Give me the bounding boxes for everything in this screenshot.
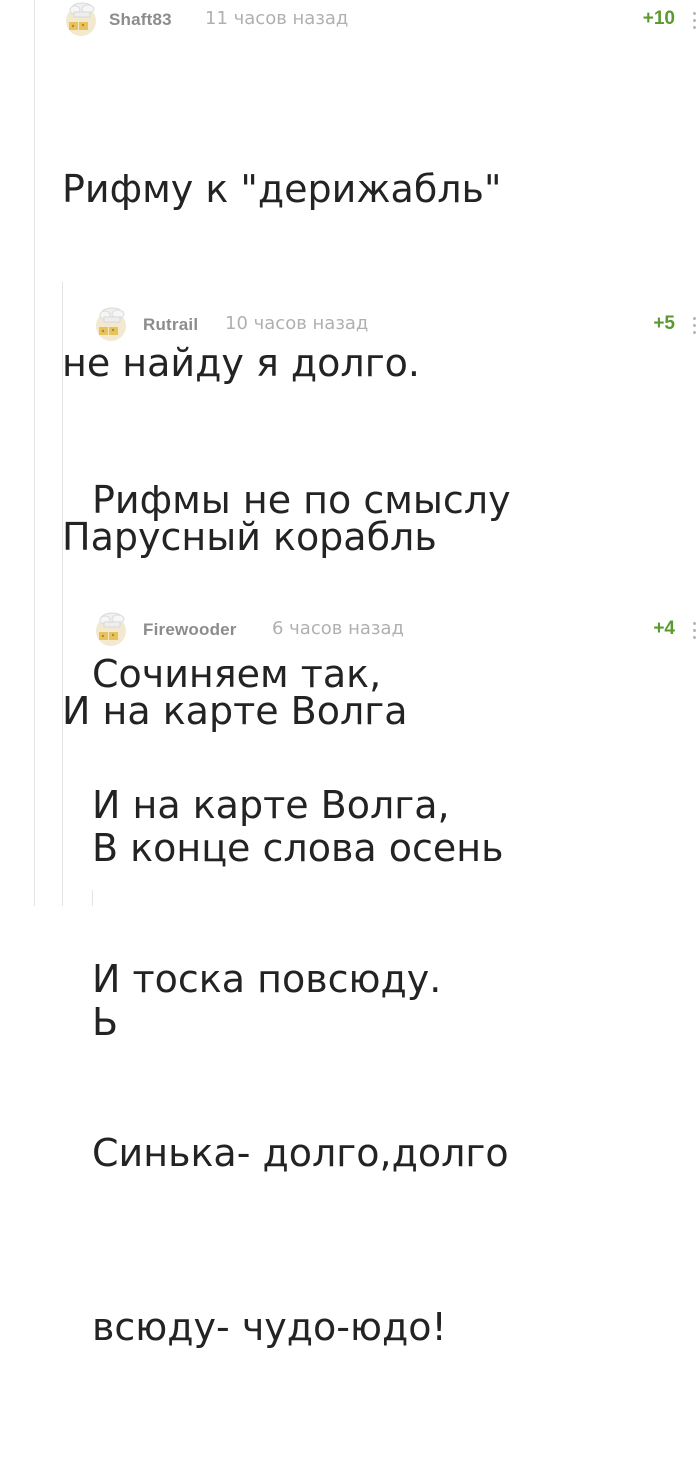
author-name[interactable]: Shaft83	[109, 10, 172, 30]
comment-text-line: И на карте Волга,	[92, 783, 450, 827]
comment-text-line: всюду- чудо-юдо!	[92, 1305, 447, 1349]
more-options-icon[interactable]	[693, 12, 697, 30]
comment-rating: +10	[642, 8, 675, 29]
comment-header: Shaft83 11 часов назад +10	[62, 0, 700, 36]
comment-text-line: Синька- долго,долго	[92, 1131, 509, 1175]
comment-time: 10 часов назад	[225, 313, 369, 334]
chef-hat-avatar-icon[interactable]	[62, 0, 100, 36]
comment-header: Firewooder 6 часов назад +4	[92, 610, 700, 646]
comment-rating: +4	[653, 618, 675, 639]
chef-hat-avatar-icon[interactable]	[92, 610, 130, 646]
comment: Shaft83 11 часов назад +10 Рифму к "дери…	[62, 0, 700, 733]
comment-header: Rutrail 10 часов назад +5	[92, 305, 700, 341]
more-options-icon[interactable]	[693, 317, 697, 335]
comment-text-line: И тоска повсюду.	[92, 957, 442, 1001]
comment-time: 11 часов назад	[205, 8, 349, 29]
comment-text-line: Рифмы не по смыслу	[92, 478, 511, 522]
more-options-icon[interactable]	[693, 622, 697, 640]
comment: Rutrail 10 часов назад +5 Рифмы не по см…	[92, 305, 700, 1044]
chef-hat-avatar-icon[interactable]	[92, 305, 130, 341]
author-name[interactable]: Firewooder	[143, 620, 237, 640]
comment-text: И на карте Волга, И тоска повсюду. Синьк…	[92, 660, 509, 1472]
comment: Firewooder 6 часов назад +4 И на карте В…	[92, 610, 700, 1349]
comment-rating: +5	[653, 313, 675, 334]
comment-time: 6 часов назад	[272, 618, 404, 639]
thread-line-root	[34, 0, 35, 906]
comment-text-line: Рифму к "дерижабль"	[62, 167, 502, 211]
author-name[interactable]: Rutrail	[143, 315, 198, 335]
